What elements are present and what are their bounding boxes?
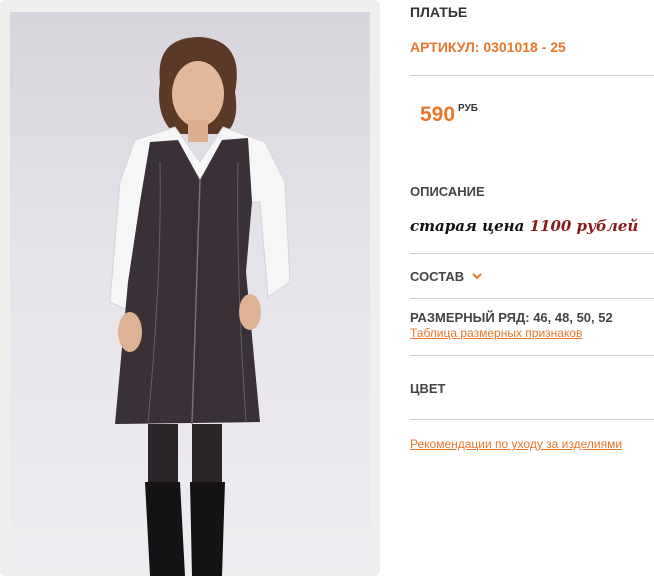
size-table-link[interactable]: Таблица размерных признаков <box>410 326 582 340</box>
product-photo[interactable] <box>10 12 370 576</box>
divider <box>410 298 654 299</box>
old-price-note: старая цена 1100 рублей <box>410 217 638 235</box>
old-price-amount: 1100 рублей <box>529 217 639 235</box>
divider <box>410 419 654 420</box>
composition-toggle[interactable]: СОСТАВ <box>410 267 482 286</box>
product-image-frame <box>0 0 380 576</box>
price: 590 РУБ <box>420 103 478 127</box>
divider <box>410 75 654 76</box>
chevron-down-icon <box>471 267 482 285</box>
composition-label: СОСТАВ <box>410 269 465 284</box>
price-value: 590 <box>420 103 456 126</box>
description-label: ОПИСАНИЕ <box>410 184 485 199</box>
color-label: ЦВЕТ <box>410 381 446 396</box>
product-title: ПЛАТЬЕ <box>410 4 468 20</box>
price-currency: РУБ <box>458 103 478 114</box>
product-article: АРТИКУЛ: 0301018 - 25 <box>410 39 566 55</box>
divider <box>410 355 654 356</box>
old-price-text: старая цена <box>410 217 525 235</box>
model-in-dress-illustration <box>109 37 291 576</box>
divider <box>410 253 654 254</box>
care-recommendations-link[interactable]: Рекомендации по уходу за изделиями <box>410 437 622 451</box>
size-range: РАЗМЕРНЫЙ РЯД: 46, 48, 50, 52 <box>410 310 613 325</box>
